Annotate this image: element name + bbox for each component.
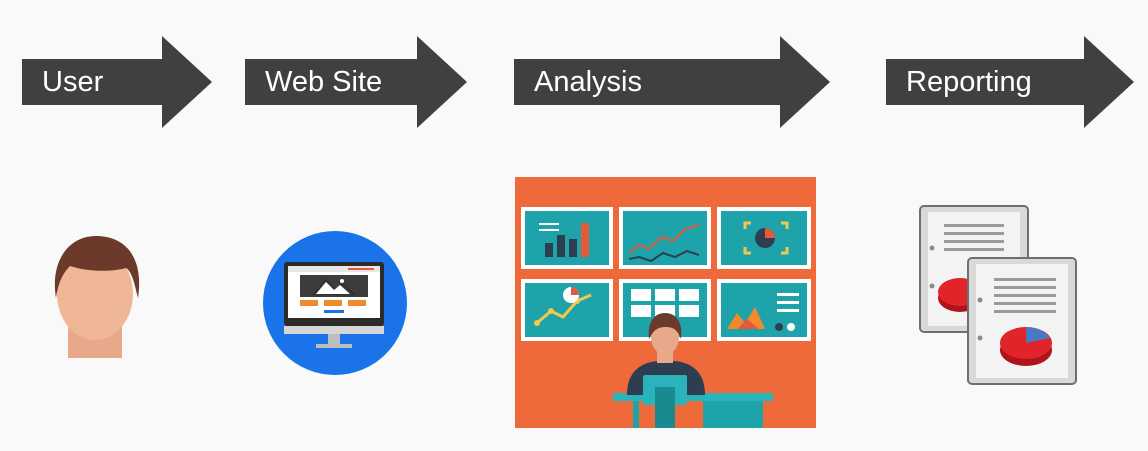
step-label-analysis: Analysis (534, 66, 642, 98)
analytics-dashboard-illustration (515, 177, 816, 428)
report-documents-icon (919, 205, 1077, 385)
step-label-user: User (42, 66, 104, 98)
monitor-website-icon (263, 231, 407, 375)
step-label-reporting: Reporting (906, 66, 1032, 98)
user-avatar-icon (54, 236, 140, 358)
step-label-web-site: Web Site (265, 66, 383, 98)
